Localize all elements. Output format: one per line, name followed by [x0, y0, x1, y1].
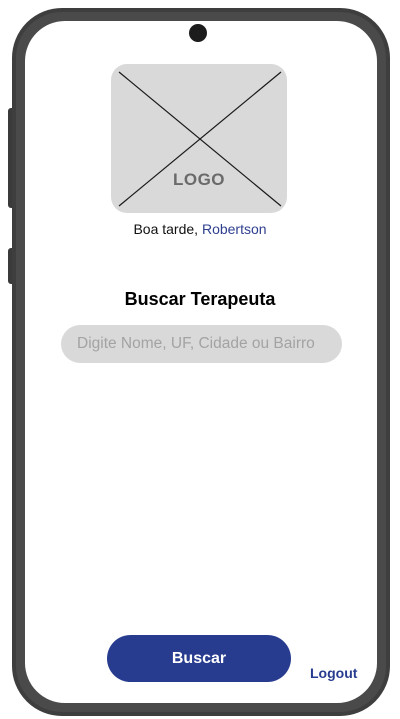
image-placeholder-icon: [118, 71, 282, 207]
logout-link[interactable]: Logout: [310, 665, 357, 681]
page-title: Buscar Terapeuta: [124, 289, 276, 309]
front-camera-icon: [189, 24, 207, 42]
greeting-user-name: Robertson: [201, 221, 267, 237]
search-input[interactable]: [61, 325, 342, 363]
stage: LOGO Boa tarde, Robertson Buscar Terapeu…: [0, 0, 400, 719]
logo-placeholder: LOGO: [111, 64, 287, 213]
search-button[interactable]: Buscar: [107, 635, 291, 682]
greeting: Boa tarde, Robertson: [0, 221, 400, 237]
logo-text: LOGO: [172, 170, 226, 189]
greeting-prefix: Boa tarde,: [133, 221, 202, 237]
